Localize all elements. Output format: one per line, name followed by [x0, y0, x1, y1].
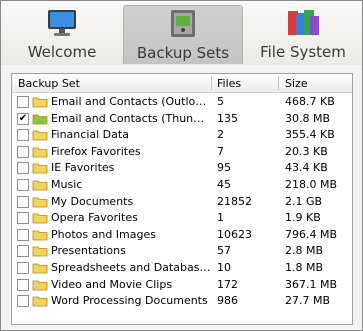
- table-row[interactable]: Spreadsheets and Databases 10 1.8 MB: [12, 260, 352, 277]
- folder-icon: [32, 263, 48, 274]
- tab-label: Backup Sets: [136, 44, 230, 62]
- tab-welcome[interactable]: Welcome: [5, 5, 119, 63]
- row-name: Spreadsheets and Databases: [51, 260, 211, 274]
- row-checkbox[interactable]: [17, 145, 29, 158]
- tab-label: Welcome: [27, 43, 97, 61]
- file-cabinet-icon: [288, 10, 319, 35]
- tab-label: File System: [260, 43, 346, 61]
- row-name: Music: [51, 177, 83, 191]
- row-name: Financial Data: [51, 128, 129, 142]
- row-name: Opera Favorites: [51, 211, 138, 225]
- folder-icon: [32, 296, 48, 307]
- folder-icon: [32, 130, 48, 141]
- row-name: Video and Movie Clips: [51, 277, 173, 291]
- row-size: 218.0 MB: [285, 177, 338, 191]
- row-files: 986: [217, 294, 238, 308]
- row-checkbox[interactable]: ✔: [17, 112, 29, 125]
- row-size: 1.9 KB: [285, 211, 321, 225]
- table-row[interactable]: My Documents 21852 2.1 GB: [12, 194, 352, 211]
- column-header-files[interactable]: Files: [217, 77, 241, 90]
- window-frame: Welcome Backup Sets File System Backup S…: [0, 0, 363, 331]
- row-name: Word Processing Documents: [51, 294, 208, 308]
- tab-bar: Welcome Backup Sets File System: [1, 1, 362, 65]
- backup-set-list[interactable]: Backup Set Files Size Email and Contacts…: [11, 73, 353, 325]
- row-size: 355.4 KB: [285, 128, 335, 142]
- table-row[interactable]: Word Processing Documents 986 27.7 MB: [12, 293, 352, 310]
- table-row[interactable]: ✔ Email and Contacts (Thunderb... 135 30.8 …: [12, 111, 352, 128]
- safe-icon: [171, 10, 195, 37]
- row-files: 21852: [217, 194, 252, 208]
- row-size: 27.7 MB: [285, 294, 331, 308]
- row-name: Email and Contacts (Thunderb...: [51, 111, 211, 125]
- folder-icon: [32, 197, 48, 207]
- row-files: 57: [217, 244, 231, 258]
- row-size: 20.3 KB: [285, 144, 328, 158]
- row-name: Firefox Favorites: [51, 144, 141, 158]
- row-checkbox[interactable]: [17, 245, 29, 258]
- row-files: 2: [217, 128, 224, 142]
- row-size: 43.4 KB: [285, 161, 328, 175]
- row-name: My Documents: [51, 194, 134, 208]
- folder-icon: [32, 163, 48, 174]
- folder-icon: [32, 246, 48, 257]
- table-row[interactable]: Photos and Images 10623 796.4 MB: [12, 227, 352, 244]
- row-size: 30.8 MB: [285, 111, 331, 125]
- row-size: 796.4 MB: [285, 227, 338, 241]
- row-size: 1.8 MB: [285, 260, 324, 274]
- row-checkbox[interactable]: [17, 228, 29, 241]
- row-checkbox[interactable]: [17, 178, 29, 191]
- column-divider[interactable]: [278, 76, 279, 90]
- row-files: 45: [217, 177, 231, 191]
- row-checkbox[interactable]: [17, 278, 29, 291]
- row-files: 95: [217, 161, 231, 175]
- row-size: 468.7 KB: [285, 95, 335, 108]
- folder-icon: [32, 180, 48, 191]
- folder-icon: [32, 97, 48, 108]
- row-files: 135: [217, 111, 238, 125]
- folder-icon: [32, 114, 48, 124]
- row-checkbox[interactable]: [17, 261, 29, 274]
- row-checkbox[interactable]: [17, 129, 29, 142]
- table-row[interactable]: Video and Movie Clips 172 367.1 MB: [12, 277, 352, 294]
- tab-file-system[interactable]: File System: [247, 5, 359, 63]
- list-header: Backup Set Files Size: [12, 74, 352, 93]
- row-name: Email and Contacts (Outlook E...: [51, 95, 211, 108]
- row-files: 10: [217, 260, 231, 274]
- row-files: 5: [217, 95, 224, 108]
- row-checkbox[interactable]: [17, 295, 29, 308]
- table-row[interactable]: Opera Favorites 1 1.9 KB: [12, 210, 352, 227]
- row-name: IE Favorites: [51, 161, 115, 175]
- row-files: 172: [217, 277, 238, 291]
- table-row[interactable]: Email and Contacts (Outlook E... 5 468.7 K…: [12, 94, 352, 111]
- table-row[interactable]: Music 45 218.0 MB: [12, 177, 352, 194]
- row-name: Presentations: [51, 244, 126, 258]
- row-files: 10623: [217, 227, 252, 241]
- list-rows: Email and Contacts (Outlook E... 5 468.7 K…: [12, 94, 352, 310]
- folder-icon: [32, 230, 48, 241]
- table-row[interactable]: Financial Data 2 355.4 KB: [12, 127, 352, 144]
- row-size: 2.8 MB: [285, 244, 324, 258]
- row-files: 7: [217, 144, 224, 158]
- table-row[interactable]: IE Favorites 95 43.4 KB: [12, 160, 352, 177]
- row-files: 1: [217, 211, 224, 225]
- row-checkbox[interactable]: [17, 162, 29, 175]
- tab-backup-sets[interactable]: Backup Sets: [123, 5, 243, 64]
- monitor-icon: [48, 10, 76, 36]
- row-name: Photos and Images: [51, 227, 156, 241]
- column-header-size[interactable]: Size: [285, 77, 308, 90]
- folder-icon: [32, 280, 48, 290]
- column-header-backup-set[interactable]: Backup Set: [18, 77, 80, 90]
- table-row[interactable]: Presentations 57 2.8 MB: [12, 243, 352, 260]
- row-size: 367.1 MB: [285, 277, 338, 291]
- folder-icon: [32, 213, 48, 224]
- row-checkbox[interactable]: [17, 96, 29, 108]
- folder-icon: [32, 147, 48, 158]
- row-checkbox[interactable]: [17, 212, 29, 225]
- row-checkbox[interactable]: [17, 195, 29, 208]
- row-size: 2.1 GB: [285, 194, 323, 208]
- table-row[interactable]: Firefox Favorites 7 20.3 KB: [12, 144, 352, 161]
- column-divider[interactable]: [211, 76, 212, 90]
